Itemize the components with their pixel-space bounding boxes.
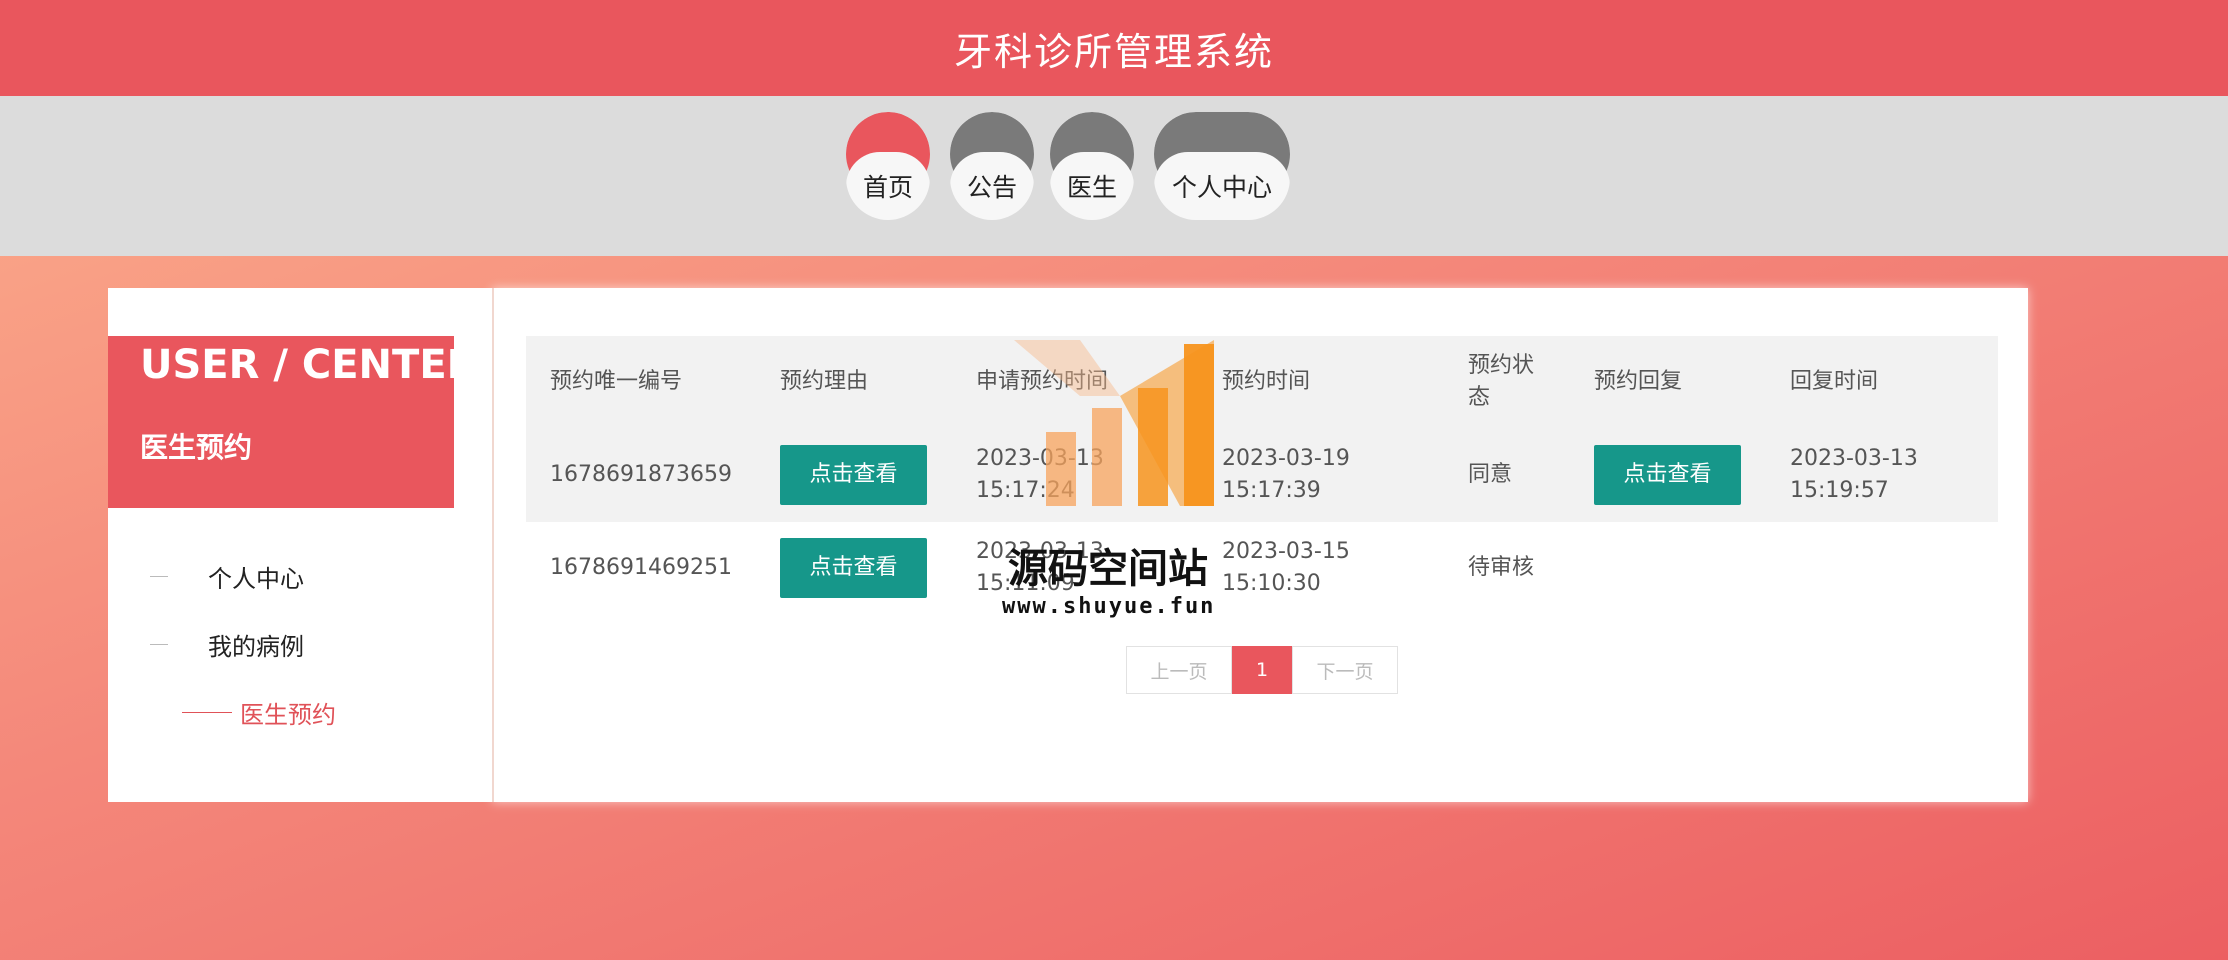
sidebar-item-doctor-appointment[interactable]: 医生预约 bbox=[182, 692, 336, 732]
col-header-apply-time: 申请预约时间 bbox=[975, 369, 1108, 394]
nav-label-doctor: 医生 bbox=[1050, 152, 1134, 220]
col-header-reply: 预约回复 bbox=[1593, 369, 1682, 394]
sidebar-item-user-center[interactable]: 个人中心 bbox=[150, 556, 304, 596]
cell-status: 待审核 bbox=[1467, 555, 1534, 580]
prev-page-button[interactable]: 上一页 bbox=[1126, 646, 1232, 694]
dash-icon bbox=[150, 575, 168, 577]
cell-reply-time: 2023-03-13 15:19:57 bbox=[1789, 446, 1918, 503]
sidebar-item-label: 医生预约 bbox=[240, 700, 336, 729]
sidebar-title-en: USER / CENTER bbox=[140, 342, 478, 388]
sidebar: USER / CENTER 医生预约 个人中心 我的病例 医生预约 bbox=[108, 288, 492, 802]
sidebar-header: USER / CENTER 医生预约 bbox=[108, 336, 477, 508]
dash-icon bbox=[182, 711, 232, 713]
cell-reply-time bbox=[1766, 522, 1998, 614]
nav-label-home: 首页 bbox=[846, 152, 930, 220]
appointment-table: 预约唯一编号 预约理由 申请预约时间 预约时间 预约状态 预约回复 回复时间 1… bbox=[526, 336, 1998, 614]
table-header-row: 预约唯一编号 预约理由 申请预约时间 预约时间 预约状态 预约回复 回复时间 bbox=[526, 336, 1998, 428]
col-header-time: 预约时间 bbox=[1221, 369, 1310, 394]
pagination: 上一页 1 下一页 bbox=[1126, 646, 1398, 694]
nav-item-user-center[interactable]: 个人中心 bbox=[1154, 112, 1290, 220]
view-reason-button[interactable]: 点击查看 bbox=[779, 538, 927, 598]
sidebar-item-medical-records[interactable]: 我的病例 bbox=[150, 624, 304, 664]
main-panel: 预约唯一编号 预约理由 申请预约时间 预约时间 预约状态 预约回复 回复时间 1… bbox=[492, 288, 2028, 802]
app-title: 牙科诊所管理系统 bbox=[953, 29, 1274, 74]
page-1-button[interactable]: 1 bbox=[1232, 646, 1292, 694]
table-row: 1678691873659 点击查看 2023-03-13 15:17:24 20… bbox=[526, 428, 1998, 522]
main-nav: 首页 公告 医生 个人中心 bbox=[0, 96, 2228, 256]
sidebar-item-label: 我的病例 bbox=[208, 632, 304, 661]
top-header: 牙科诊所管理系统 bbox=[0, 0, 2228, 96]
col-header-status: 预约状态 bbox=[1467, 353, 1534, 410]
next-page-button[interactable]: 下一页 bbox=[1292, 646, 1398, 694]
nav-label-user-center: 个人中心 bbox=[1154, 152, 1290, 220]
cell-time: 2023-03-19 15:17:39 bbox=[1221, 446, 1350, 503]
col-header-id: 预约唯一编号 bbox=[550, 369, 683, 394]
col-header-reply-time: 回复时间 bbox=[1789, 369, 1878, 394]
cell-id: 1678691469251 bbox=[550, 555, 732, 580]
sidebar-title-cn: 医生预约 bbox=[140, 431, 253, 464]
nav-item-doctor[interactable]: 医生 bbox=[1050, 112, 1134, 220]
nav-item-notice[interactable]: 公告 bbox=[950, 112, 1034, 220]
cell-time: 2023-03-15 15:10:30 bbox=[1221, 539, 1350, 596]
cell-apply-time: 2023-03-13 15:11:09 bbox=[975, 539, 1104, 596]
view-reply-button[interactable]: 点击查看 bbox=[1593, 445, 1741, 505]
cell-reply bbox=[1570, 522, 1766, 614]
view-reason-button[interactable]: 点击查看 bbox=[779, 445, 927, 505]
cell-apply-time: 2023-03-13 15:17:24 bbox=[975, 446, 1104, 503]
cell-id: 1678691873659 bbox=[550, 462, 732, 487]
sidebar-item-label: 个人中心 bbox=[208, 564, 304, 593]
nav-item-home[interactable]: 首页 bbox=[846, 112, 930, 220]
cell-status: 同意 bbox=[1467, 462, 1512, 487]
table-row: 1678691469251 点击查看 2023-03-13 15:11:09 20… bbox=[526, 522, 1998, 614]
dash-icon bbox=[150, 643, 168, 645]
col-header-reason: 预约理由 bbox=[779, 369, 868, 394]
nav-label-notice: 公告 bbox=[950, 152, 1034, 220]
